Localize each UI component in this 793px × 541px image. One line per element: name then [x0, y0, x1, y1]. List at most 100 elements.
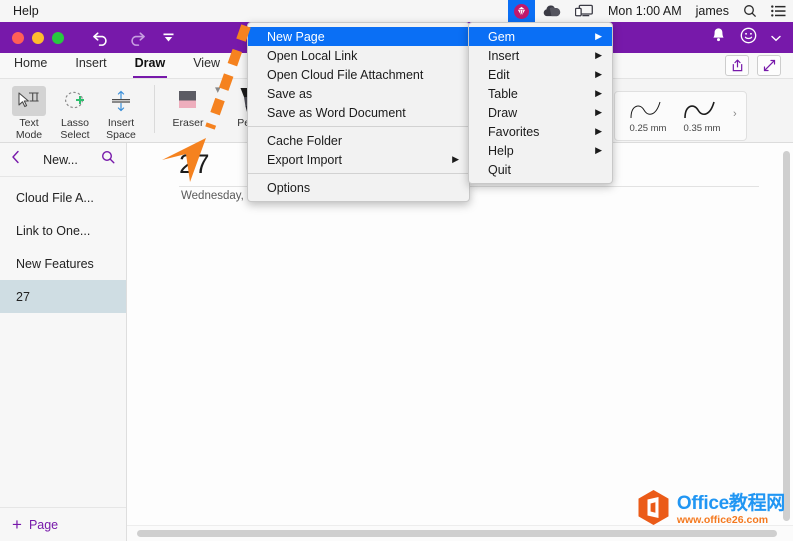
- titlebar-right-icons: [711, 27, 793, 49]
- menu-item-label: Table: [488, 86, 518, 101]
- tab-home-label: Home: [14, 56, 48, 71]
- insert-space-icon: [104, 86, 138, 116]
- maximize-button[interactable]: [52, 31, 64, 44]
- menu-item-label: Export Import: [267, 152, 343, 167]
- tool-text-mode[interactable]: Text Mode: [6, 83, 52, 141]
- menu-item-options[interactable]: Options: [248, 178, 469, 197]
- submenu-arrow-icon: ▶: [595, 126, 602, 136]
- menu-item-cache-folder[interactable]: Cache Folder: [248, 131, 469, 150]
- menubar-help-label[interactable]: Help: [6, 0, 46, 22]
- thickness-option-025-label: 0.25 mm: [629, 123, 667, 134]
- menu-item-label: New Page: [267, 29, 325, 44]
- chevron-down-icon[interactable]: ▾: [211, 83, 224, 106]
- menu-item-export-import[interactable]: Export Import ▶: [248, 150, 469, 169]
- menu-item-new-page[interactable]: New Page: [248, 27, 469, 46]
- menu-item-label: Quit: [488, 162, 511, 177]
- chevron-down-icon[interactable]: [771, 29, 781, 47]
- menu-item-draw[interactable]: Draw ▶: [469, 103, 612, 122]
- ribbon-right-buttons: [725, 55, 793, 78]
- sidebar-item-link-to-one[interactable]: Link to One...: [0, 214, 126, 247]
- expand-icon[interactable]: [757, 55, 781, 76]
- gem-dropdown-menu: New Page Open Local Link Open Cloud File…: [247, 22, 470, 202]
- menu-item-help[interactable]: Help ▶: [469, 141, 612, 160]
- search-icon[interactable]: [101, 150, 115, 169]
- horizontal-scrollbar-thumb[interactable]: [137, 530, 777, 537]
- menu-item-insert[interactable]: Insert ▶: [469, 46, 612, 65]
- chevron-right-icon[interactable]: ›: [729, 108, 740, 124]
- list-icon[interactable]: [764, 0, 793, 22]
- page-title[interactable]: 27: [179, 149, 210, 180]
- minimize-button[interactable]: [32, 31, 44, 44]
- add-page-label: Page: [28, 517, 59, 532]
- menu-item-favorites[interactable]: Favorites ▶: [469, 122, 612, 141]
- undo-icon[interactable]: [92, 30, 111, 46]
- menu-item-edit[interactable]: Edit ▶: [469, 65, 612, 84]
- redo-icon[interactable]: [127, 30, 146, 46]
- tab-insert[interactable]: Insert: [61, 53, 120, 78]
- menu-item-open-cloud-file-attachment[interactable]: Open Cloud File Attachment: [248, 65, 469, 84]
- share-icon[interactable]: [725, 55, 749, 76]
- menubar-gem-status-item[interactable]: [508, 0, 535, 22]
- cloud-icon[interactable]: [535, 0, 568, 22]
- watermark-sub: www.office26.com: [676, 514, 769, 527]
- tab-home[interactable]: Home: [0, 53, 61, 78]
- system-menu-bar: Help Mon 1:00 AM james: [0, 0, 793, 22]
- menu-item-label: Options: [267, 180, 311, 195]
- sidebar-header: New...: [0, 143, 126, 177]
- menu-item-label: Cache Folder: [267, 133, 343, 148]
- menubar-app-menu[interactable]: Help: [0, 0, 46, 22]
- tab-draw[interactable]: Draw: [121, 53, 180, 78]
- thickness-option-035-label: 0.35 mm: [683, 123, 721, 134]
- tool-insert-space[interactable]: Insert Space: [98, 83, 144, 141]
- tool-eraser-label: Eraser: [172, 117, 204, 129]
- menu-item-label: Insert: [488, 48, 520, 63]
- lasso-select-icon: [58, 86, 92, 116]
- add-page-button[interactable]: + Page: [0, 507, 126, 541]
- close-button[interactable]: [12, 31, 24, 44]
- menu-item-label: Open Cloud File Attachment: [267, 67, 424, 82]
- vertical-scrollbar[interactable]: [783, 151, 790, 521]
- menu-item-table[interactable]: Table ▶: [469, 84, 612, 103]
- eraser-icon: [171, 86, 205, 116]
- watermark: Office教程网 www.office26.com: [637, 489, 785, 531]
- search-icon[interactable]: [736, 0, 764, 22]
- sidebar-item-cloud-file[interactable]: Cloud File A...: [0, 181, 126, 214]
- menu-item-save-as[interactable]: Save as: [248, 84, 469, 103]
- sidebar-page-list: Cloud File A... Link to One... New Featu…: [0, 177, 126, 507]
- submenu-arrow-icon: ▶: [595, 107, 602, 117]
- menu-item-label: Favorites: [488, 124, 540, 139]
- menu-item-quit[interactable]: Quit: [469, 160, 612, 179]
- tool-lasso-select[interactable]: Lasso Select: [52, 83, 98, 141]
- page-list-sidebar: New... Cloud File A... Link to One... Ne…: [0, 143, 127, 541]
- smiley-icon[interactable]: [740, 27, 757, 49]
- window-body: New... Cloud File A... Link to One... Ne…: [0, 143, 793, 541]
- sidebar-item-label: 27: [16, 289, 30, 304]
- sidebar-item-new-features[interactable]: New Features: [0, 247, 126, 280]
- menu-item-gem[interactable]: Gem ▶: [469, 27, 612, 46]
- menubar-user[interactable]: james: [689, 0, 736, 22]
- pen-thickness-gallery: 0.25 mm 0.35 mm ›: [614, 91, 747, 141]
- sidebar-item-label: New Features: [16, 256, 94, 271]
- chevron-left-icon[interactable]: [11, 150, 20, 169]
- menu-item-open-local-link[interactable]: Open Local Link: [248, 46, 469, 65]
- tab-insert-label: Insert: [75, 56, 107, 71]
- chevron-down-icon[interactable]: [162, 31, 175, 44]
- screen-share-icon[interactable]: [568, 0, 601, 22]
- menu-item-save-as-word-document[interactable]: Save as Word Document: [248, 103, 469, 122]
- tool-eraser[interactable]: Eraser: [165, 83, 211, 130]
- note-canvas[interactable]: 27 Wednesday, February 27, 2019 5:02 PM: [127, 143, 793, 541]
- sidebar-item-27[interactable]: 27: [0, 280, 126, 313]
- submenu-arrow-icon: ▶: [595, 69, 602, 79]
- menu-item-label: Draw: [488, 105, 518, 120]
- bell-icon[interactable]: [711, 27, 726, 48]
- screenshot-root: Help Mon 1:00 AM james Home Insert Draw …: [0, 0, 793, 541]
- menubar-clock[interactable]: Mon 1:00 AM: [601, 0, 689, 22]
- submenu-arrow-icon: ▶: [595, 88, 602, 98]
- thickness-option-025[interactable]: 0.25 mm: [621, 98, 675, 134]
- menu-separator: [248, 173, 469, 174]
- tab-view[interactable]: View: [179, 53, 234, 78]
- tab-draw-label: Draw: [134, 56, 166, 71]
- tool-text-mode-label: Text Mode: [15, 117, 43, 141]
- thickness-option-035[interactable]: 0.35 mm: [675, 98, 729, 134]
- menu-item-label: Edit: [488, 67, 510, 82]
